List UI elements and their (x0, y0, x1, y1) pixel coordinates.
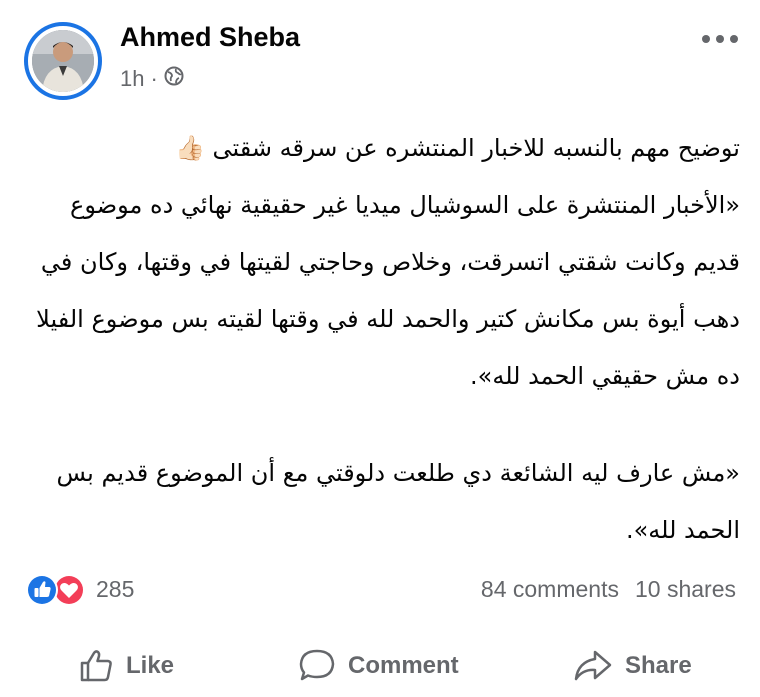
post-text-paragraph-2: «مش عارف ليه الشائعة دي طلعت دلوقتي مع أ… (56, 459, 740, 544)
post-stats: 285 84 comments 10 shares (0, 568, 760, 612)
post-text-line-1: توضيح مهم بالنسبه للاخبار المنتشره عن سر… (174, 134, 740, 162)
like-icon (26, 574, 58, 606)
comment-label: Comment (348, 652, 459, 679)
more-options-icon[interactable] (695, 24, 745, 54)
post-text-paragraph-1: «الأخبار المنتشرة على السوشيال ميديا غير… (36, 191, 740, 390)
share-icon (574, 650, 612, 681)
globe-icon (164, 66, 184, 92)
like-button[interactable]: Like (78, 644, 174, 688)
comment-icon (299, 649, 335, 681)
post-header: Ahmed Sheba 1h · (0, 0, 760, 110)
comments-count[interactable]: 84 comments (481, 576, 619, 603)
post-body: توضيح مهم بالنسبه للاخبار المنتشره عن سر… (28, 120, 740, 559)
avatar-image (32, 30, 94, 92)
like-label: Like (126, 652, 175, 679)
meta-separator: · (150, 66, 158, 91)
avatar[interactable] (24, 22, 102, 100)
thumbs-up-icon (80, 650, 112, 682)
post-meta: 1h · (120, 66, 184, 92)
reactions-count[interactable]: 285 (96, 576, 134, 603)
action-bar: Like Comment Share (0, 636, 760, 694)
share-button[interactable]: Share (573, 644, 692, 688)
author-name[interactable]: Ahmed Sheba (120, 22, 300, 53)
comment-button[interactable]: Comment (298, 644, 459, 688)
post-time[interactable]: 1h (120, 66, 144, 92)
share-label: Share (625, 652, 692, 679)
comments-shares: 84 comments 10 shares (481, 576, 736, 603)
reactions-summary[interactable] (25, 572, 89, 608)
shares-count[interactable]: 10 shares (635, 576, 736, 603)
